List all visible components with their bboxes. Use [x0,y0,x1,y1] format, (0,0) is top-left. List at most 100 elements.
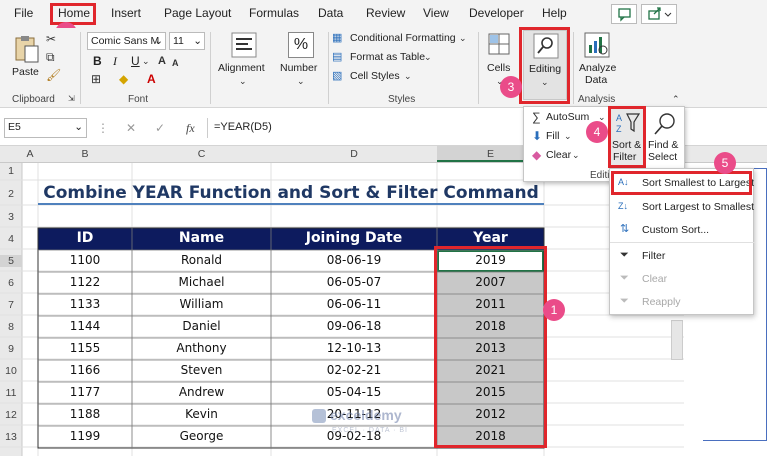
row-header[interactable]: 10 [0,365,22,377]
alignment-label: Alignment [218,62,265,74]
copy-icon[interactable]: ⧉ [46,50,55,64]
font-name-select[interactable]: Comic Sans M ⌄ [87,32,166,50]
font-size-select[interactable]: 11 ⌄ [169,32,205,50]
menu-item-sort-largest-to-smallest[interactable]: Z↓ Sort Largest to Smallest [614,197,754,217]
row-header[interactable]: 4 [0,233,22,245]
row-header[interactable]: 7 [0,299,22,311]
borders-icon[interactable]: ⊞ [91,72,101,86]
percent-icon: % [288,32,314,58]
number-label: Number [280,62,318,74]
align-icon [231,32,257,58]
underline-button[interactable]: U [131,54,140,68]
sheet-title[interactable]: Combine YEAR Function and Sort & Filter … [38,181,544,205]
comments-button[interactable] [611,4,637,24]
chevron-down-icon: ⌄ [154,35,163,47]
tab-developer[interactable]: Developer [469,6,524,20]
tab-insert[interactable]: Insert [111,6,141,20]
tab-help[interactable]: Help [542,6,567,20]
step-badge-1: 1 [543,299,565,321]
row-headers: 1 2 3 4 5 6 7 8 9 10 11 12 13 [0,163,22,456]
row-header[interactable]: 8 [0,321,22,333]
number-button[interactable]: % Number ⌄ [276,32,326,92]
editing-group-label: Editi [590,170,610,181]
find-select-label-2: Select [648,151,678,163]
insert-function-icon[interactable]: fx [186,121,195,135]
analyze-data-label-2: Data [585,74,608,86]
paste-button[interactable]: Paste [8,34,44,84]
menu-bar: File Home Insert Page Layout Formulas Da… [0,0,767,44]
vertical-scrollbar[interactable] [671,320,683,360]
column-header-d[interactable]: D [271,148,437,160]
column-header-b[interactable]: B [38,148,132,160]
clear-button[interactable]: ◆ Clear ⌄ [532,148,592,164]
formula-value: =YEAR(D5) [214,121,272,133]
clear-label: Clear [546,149,572,161]
font-group-label: Font [128,94,149,105]
more-icon: ⋮ [97,121,109,135]
exceldemy-logo-icon [312,409,326,423]
row-header[interactable]: 5 [0,255,22,267]
chevron-down-icon: ⌄ [239,76,247,86]
row-header[interactable]: 13 [0,431,22,443]
cell-styles-button[interactable]: ▧ Cell Styles ⌄ [332,69,472,85]
cancel-icon[interactable]: ✕ [126,121,136,135]
share-icon [648,7,672,20]
tab-view[interactable]: View [423,6,449,20]
fill-down-icon: ⬇ [532,129,543,143]
fill-label: Fill [546,130,560,142]
row-header[interactable]: 2 [0,188,22,200]
alignment-button[interactable]: Alignment ⌄ [214,32,274,92]
tab-page-layout[interactable]: Page Layout [164,6,231,20]
row-header[interactable]: 9 [0,343,22,355]
row-header[interactable]: 6 [0,277,22,289]
italic-button[interactable]: I [113,54,117,69]
column-header-c[interactable]: C [132,148,271,160]
share-button[interactable] [641,4,677,24]
font-size-value: 11 [173,35,184,47]
chevron-down-icon: ⌄ [572,150,580,160]
analyze-data-icon [584,32,610,58]
watermark: exceldemy EXCEL · DATA · BI [312,407,457,441]
step-badge-3: 3 [500,76,522,98]
tab-review[interactable]: Review [366,6,405,20]
row-header[interactable]: 3 [0,211,22,223]
cells-icon [488,33,510,55]
cut-icon[interactable]: ✂ [46,32,56,46]
bold-button[interactable]: B [93,54,102,68]
menu-item-reapply[interactable]: ⏷ Reapply [614,292,750,312]
tab-file[interactable]: File [14,6,33,20]
row-header[interactable]: 1 [0,165,22,177]
fill-color-icon[interactable]: ◆ [119,72,128,86]
conditional-formatting-icon: ▦ [332,32,343,44]
collapse-ribbon-icon[interactable]: ⌃ [672,92,680,106]
row-header[interactable]: 12 [0,409,22,421]
increase-font-icon[interactable]: A [158,54,166,68]
chevron-down-icon: ⌄ [564,131,572,141]
filter-icon: ⏷ [620,249,629,261]
enter-icon[interactable]: ✓ [155,121,165,135]
tab-data[interactable]: Data [318,6,343,20]
tab-formulas[interactable]: Formulas [249,6,299,20]
find-select-button[interactable]: Find & Select [646,109,684,167]
menu-item-clear[interactable]: ⏷ Clear [614,269,750,289]
analyze-data-button[interactable]: Analyze Data [576,30,618,92]
menu-item-filter[interactable]: ⏷ Filter [614,246,750,266]
menu-item-custom-sort[interactable]: ⇅ Custom Sort... [614,220,750,240]
sort-filter-highlight [608,106,646,168]
font-color-icon[interactable]: A [147,72,156,86]
dialog-launcher-icon[interactable]: ⇲ [68,92,75,106]
name-box[interactable]: E5 ⌄ [4,118,87,138]
chevron-down-icon: ⌄ [193,35,202,47]
format-painter-icon[interactable]: 🖌 [46,68,61,82]
column-header-a[interactable]: A [22,148,38,160]
menu-item-label: Custom Sort... [642,224,710,236]
formula-input[interactable]: =YEAR(D5) [207,118,525,138]
menu-item-label: Filter [642,250,666,262]
row-header[interactable]: 11 [0,387,22,399]
conditional-formatting-button[interactable]: ▦ Conditional Formatting ⌄ [332,31,472,47]
decrease-font-icon[interactable]: A [172,56,179,70]
analysis-group-label: Analysis [578,94,616,105]
fill-button[interactable]: ⬇ Fill ⌄ [532,129,582,145]
format-as-table-button[interactable]: ▤ Format as Table ⌄ [332,50,472,66]
autosum-label: AutoSum [546,111,590,123]
